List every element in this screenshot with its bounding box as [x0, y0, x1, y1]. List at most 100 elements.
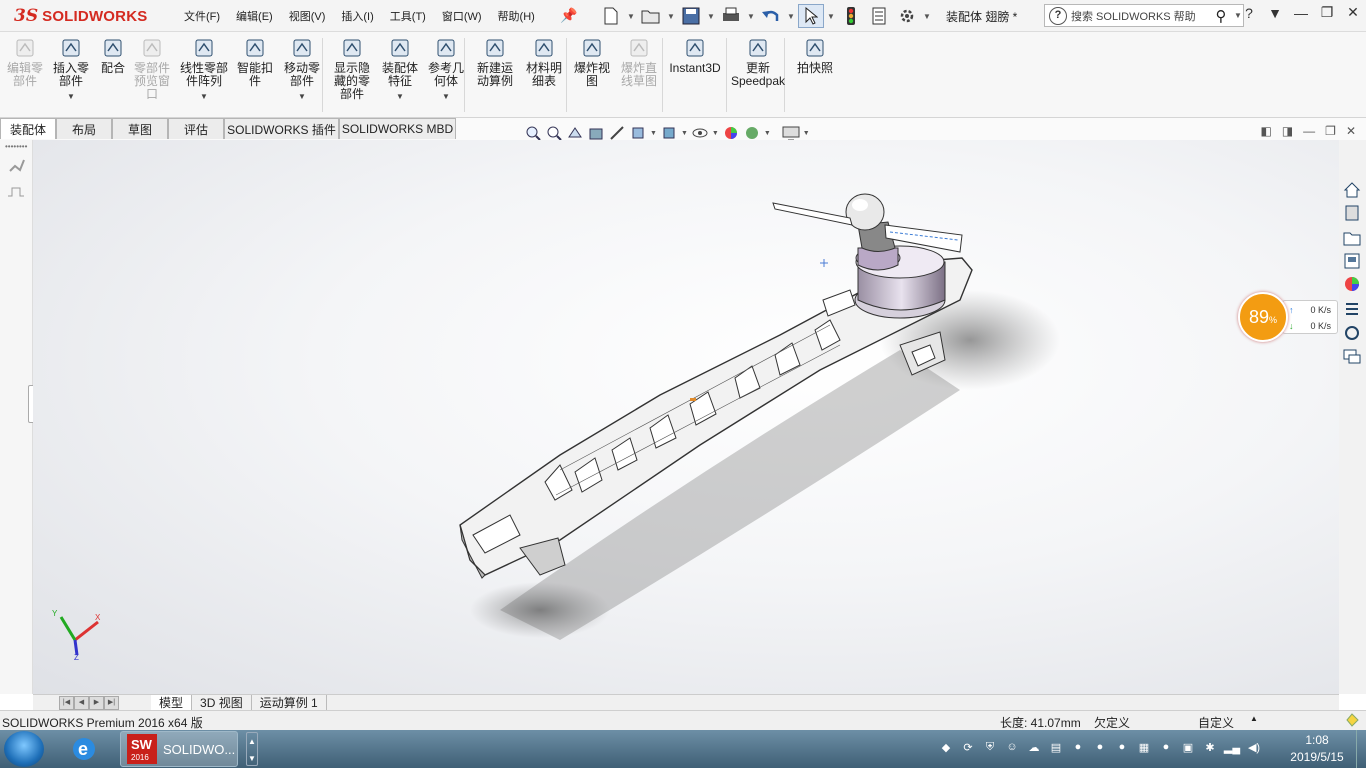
ribbon-button-assembly-feature[interactable]: 装配体 特征 ▼ — [378, 36, 422, 103]
rebuild-traffic-light-icon[interactable] — [838, 4, 864, 28]
undo-icon[interactable] — [758, 4, 784, 28]
view-palette-icon[interactable] — [1341, 251, 1363, 271]
ribbon-button-mate[interactable]: 配合 — [96, 36, 130, 75]
feature-tree-icon[interactable] — [7, 156, 25, 177]
chevron-up-icon[interactable]: ▲ — [1250, 714, 1258, 723]
close-icon[interactable]: ✕ — [1340, 4, 1366, 21]
chevron-down-icon[interactable]: ▼ — [922, 12, 932, 21]
ribbon-button-exploded-view[interactable]: 爆炸视 图 — [570, 36, 614, 88]
appearances-icon[interactable] — [1341, 274, 1363, 294]
viewport-restore-icon[interactable]: ❐ — [1325, 124, 1336, 138]
menu-help[interactable]: 帮助(H) — [490, 8, 543, 24]
chevron-down-icon[interactable]: ▼ — [650, 130, 657, 137]
chevron-down-icon[interactable]: ▼ — [712, 130, 719, 137]
pin-icon[interactable]: 📌 — [560, 7, 577, 24]
quick-tips-icon[interactable] — [1344, 712, 1360, 731]
save-icon[interactable] — [678, 4, 704, 28]
chevron-down-icon[interactable]: ▼ — [706, 12, 716, 21]
search-icon[interactable]: ⚲ — [1209, 7, 1233, 25]
chat-bubbles-icon[interactable] — [1341, 347, 1363, 367]
units-selector[interactable]: 自定义 — [1198, 714, 1234, 731]
open-folder-icon[interactable] — [638, 4, 664, 28]
ribbon-button-new-motion-study[interactable]: 新建运 动算例 — [472, 36, 518, 88]
security-shield-icon[interactable]: ⛨ — [982, 739, 998, 755]
drone-arm-3d-model[interactable]: X Y Z — [33, 140, 1339, 694]
design-library-icon[interactable] — [1341, 203, 1363, 223]
prev-tab-arrow-icon[interactable]: ◀ — [74, 695, 89, 710]
search-input[interactable]: 搜索 SOLIDWORKS 帮助 — [1071, 8, 1209, 24]
sw-tray-icon[interactable]: ◆ — [938, 739, 954, 755]
viewport-minimize-icon[interactable]: — — [1303, 124, 1315, 138]
chevron-down-icon[interactable]: ▼ — [442, 90, 450, 103]
nvidia-icon[interactable]: ▣ — [1180, 739, 1196, 755]
print-icon[interactable] — [718, 4, 744, 28]
options-gear-icon[interactable] — [894, 4, 920, 28]
input-icon[interactable]: ▦ — [1136, 739, 1152, 755]
solidworks-logo[interactable]: 3S SOLIDWORKS — [14, 4, 147, 28]
tab-model[interactable]: 模型 — [151, 694, 193, 711]
graphics-viewport[interactable]: X Y Z — [33, 140, 1339, 694]
chevron-down-icon[interactable]: ▼ — [1262, 5, 1288, 21]
ribbon-button-show-hidden[interactable]: 显示隐 藏的零 部件 — [330, 36, 374, 101]
taskbar-scroll-arrows[interactable]: ▲ ▼ — [246, 732, 258, 766]
minimize-icon[interactable]: — — [1288, 5, 1314, 21]
solidworks-forum-icon[interactable] — [1341, 323, 1363, 343]
property-manager-icon[interactable] — [7, 184, 25, 203]
qq-icon-4[interactable]: ● — [1158, 739, 1174, 755]
chevron-down-icon[interactable]: ▼ — [666, 12, 676, 21]
show-desktop-button[interactable] — [1356, 730, 1366, 768]
new-document-icon[interactable] — [598, 4, 624, 28]
restore-icon[interactable]: ❐ — [1314, 4, 1340, 21]
panel-grip[interactable]: •••••••• — [5, 142, 27, 151]
file-properties-icon[interactable] — [866, 4, 892, 28]
chevron-down-icon[interactable]: ▼ — [786, 12, 796, 21]
ribbon-button-smart-fastener[interactable]: 智能扣 件 — [234, 36, 276, 88]
viewport-close-icon[interactable]: ✕ — [1346, 124, 1356, 138]
ribbon-button-snapshot[interactable]: 拍快照 — [792, 36, 838, 75]
help-icon[interactable]: ? — [1236, 5, 1262, 21]
chevron-down-icon[interactable]: ▼ — [298, 90, 306, 103]
home-resources-icon[interactable] — [1341, 180, 1363, 200]
tab-evaluate[interactable]: 评估 — [168, 118, 224, 139]
chevron-down-icon[interactable]: ▼ — [67, 90, 75, 103]
ribbon-button-explode-line-sketch[interactable]: 爆炸直 线草图 — [616, 36, 662, 88]
custom-properties-icon[interactable] — [1341, 299, 1363, 319]
qq-icon-3[interactable]: ● — [1114, 739, 1130, 755]
last-tab-arrow-icon[interactable]: ▶| — [104, 695, 119, 710]
menu-edit[interactable]: 编辑(E) — [228, 8, 281, 24]
ribbon-button-move-component[interactable]: 移动零 部件 ▼ — [280, 36, 324, 103]
qq-icon-1[interactable]: ● — [1070, 739, 1086, 755]
internet-explorer-icon[interactable]: e — [64, 731, 104, 767]
next-tab-arrow-icon[interactable]: ▶ — [89, 695, 104, 710]
tray-app-icon[interactable]: ☺ — [1004, 739, 1020, 755]
menu-insert[interactable]: 插入(I) — [333, 8, 381, 24]
chevron-down-icon[interactable]: ▼ — [681, 130, 688, 137]
windows-start-button[interactable] — [4, 731, 44, 767]
ribbon-button-reference-geometry[interactable]: 参考几 何体 ▼ — [424, 36, 468, 103]
chevron-down-icon[interactable]: ▼ — [200, 90, 208, 103]
ribbon-button-instant3d[interactable]: Instant3D — [668, 36, 722, 75]
tab-solidworks-addins[interactable]: SOLIDWORKS 插件 — [224, 118, 339, 139]
memory-usage-circle[interactable]: 89% — [1238, 292, 1288, 342]
ribbon-button-edit-component[interactable]: 编辑零 部件 — [4, 36, 46, 88]
help-search-box[interactable]: ? 搜索 SOLIDWORKS 帮助 ⚲ ▼ — [1044, 4, 1244, 27]
taskbar-solidworks-button[interactable]: SW 2016 SOLIDWO... — [120, 731, 238, 767]
ribbon-button-insert-component[interactable]: 插入零 部件 ▼ — [50, 36, 92, 103]
tab-assembly[interactable]: 装配体 — [0, 118, 56, 139]
ribbon-button-component-preview[interactable]: 零部件 预览窗 口 — [130, 36, 174, 101]
tab-3d-views[interactable]: 3D 视图 — [192, 694, 252, 711]
tab-layout[interactable]: 布局 — [56, 118, 112, 139]
chevron-down-icon[interactable]: ▼ — [803, 130, 810, 137]
bluetooth-icon[interactable]: ✱ — [1202, 739, 1218, 755]
chevron-down-icon[interactable]: ▼ — [764, 130, 771, 137]
tab-solidworks-mbd[interactable]: SOLIDWORKS MBD — [339, 118, 456, 139]
network-speed-widget[interactable]: ↑ 0 K/s ↓ 0 K/s 89% — [1236, 290, 1340, 342]
viewport-next-icon[interactable]: ◨ — [1282, 124, 1293, 138]
tab-sketch[interactable]: 草图 — [112, 118, 168, 139]
file-explorer-icon[interactable] — [1341, 228, 1363, 248]
select-cursor-icon[interactable] — [798, 4, 824, 28]
update-tray-icon[interactable]: ⟳ — [960, 739, 976, 755]
menu-view[interactable]: 视图(V) — [281, 8, 334, 24]
qq-icon-2[interactable]: ● — [1092, 739, 1108, 755]
menu-file[interactable]: 文件(F) — [176, 8, 228, 24]
